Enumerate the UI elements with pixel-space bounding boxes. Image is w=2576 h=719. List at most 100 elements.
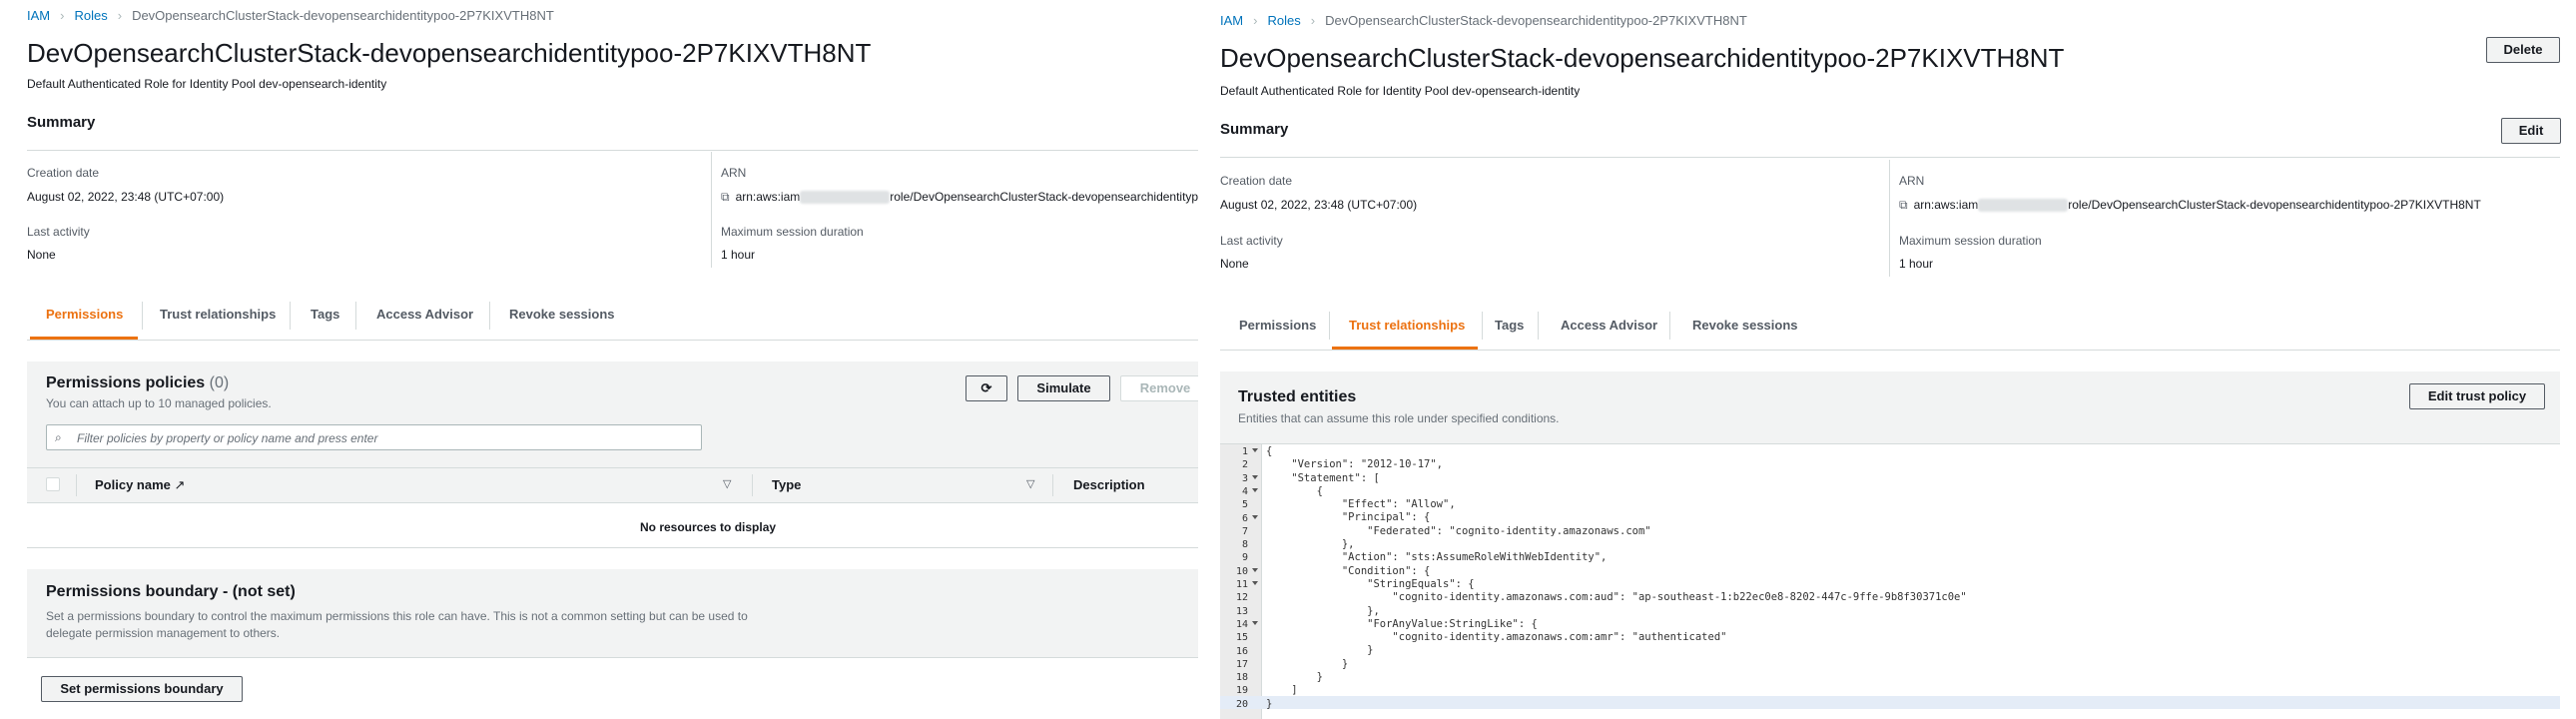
breadcrumb-iam[interactable]: IAM xyxy=(27,8,50,23)
permissions-boundary-heading: Permissions boundary - (not set) xyxy=(46,583,296,600)
last-activity-value: None xyxy=(27,248,56,262)
chevron-right-icon: › xyxy=(117,8,123,23)
fold-toggle-icon[interactable] xyxy=(1252,620,1258,625)
line-number: 14 xyxy=(1235,618,1248,630)
sort-down-icon[interactable]: ▽ xyxy=(723,477,731,490)
line-number: 2 xyxy=(1241,459,1248,471)
code-line: "Effect": "Allow", xyxy=(1266,498,1456,511)
simulate-button[interactable]: Simulate xyxy=(1017,375,1110,401)
code-line: } xyxy=(1266,671,1323,684)
tab-permissions[interactable]: Permissions xyxy=(1239,318,1316,333)
sort-down-icon[interactable]: ▽ xyxy=(1026,477,1034,490)
arn-prefix: arn:aws:iam xyxy=(1913,198,1979,212)
tab-trust-relationships[interactable]: Trust relationships xyxy=(1349,318,1465,333)
chevron-right-icon: › xyxy=(1253,13,1258,28)
arn-value: ⧉ arn:aws:iam role/DevOpensearchClusterSta… xyxy=(721,190,1198,205)
tab-permissions[interactable]: Permissions xyxy=(46,307,123,322)
code-line: } xyxy=(1266,697,1273,710)
line-number: 1 xyxy=(1241,446,1248,457)
line-number: 6 xyxy=(1241,512,1248,524)
creation-date-label: Creation date xyxy=(1220,174,1293,188)
code-line: "Federated": "cognito-identity.amazonaws… xyxy=(1266,524,1651,537)
line-number: 7 xyxy=(1241,525,1248,537)
copy-icon[interactable]: ⧉ xyxy=(721,190,730,204)
filter-policies-input[interactable]: ⌕ Filter policies by property or policy … xyxy=(46,424,702,450)
fold-toggle-icon[interactable] xyxy=(1252,448,1258,452)
fold-toggle-icon[interactable] xyxy=(1252,581,1258,585)
tab-access-advisor[interactable]: Access Advisor xyxy=(1561,318,1657,333)
select-all-checkbox[interactable] xyxy=(46,477,60,491)
code-line: "Condition": { xyxy=(1266,564,1431,577)
code-line: "Action": "sts:AssumeRoleWithWebIdentity… xyxy=(1266,551,1608,564)
policies-table-header xyxy=(27,468,1198,502)
code-line: } xyxy=(1266,657,1349,670)
column-policy-name[interactable]: Policy name ↗ xyxy=(95,477,185,493)
max-session-label: Maximum session duration xyxy=(721,225,864,239)
line-number: 16 xyxy=(1235,645,1248,657)
breadcrumb-roles[interactable]: Roles xyxy=(1267,13,1300,28)
line-number: 19 xyxy=(1235,685,1248,697)
breadcrumb: IAM › Roles › DevOpensearchClusterStack-devo… xyxy=(27,8,554,23)
line-number: 17 xyxy=(1235,658,1248,670)
fold-toggle-icon[interactable] xyxy=(1252,474,1258,479)
arn-suffix: role/DevOpensearchClusterStack-devopense… xyxy=(2068,198,2481,212)
column-type[interactable]: Type xyxy=(772,477,801,492)
tab-access-advisor[interactable]: Access Advisor xyxy=(376,307,473,322)
fold-toggle-icon[interactable] xyxy=(1252,487,1258,492)
delete-button[interactable]: Delete xyxy=(2486,37,2560,63)
code-line: }, xyxy=(1266,538,1355,551)
code-line: "ForAnyValue:StringLike": { xyxy=(1266,617,1538,630)
search-icon: ⌕ xyxy=(55,430,62,444)
last-activity-label: Last activity xyxy=(27,225,90,239)
breadcrumb-current: DevOpensearchClusterStack-devopensearchi… xyxy=(132,8,554,23)
redacted-account-id xyxy=(800,191,891,205)
chevron-right-icon: › xyxy=(1310,13,1316,28)
arn-label: ARN xyxy=(721,166,747,180)
tab-revoke-sessions[interactable]: Revoke sessions xyxy=(1692,318,1798,333)
max-session-value: 1 hour xyxy=(721,248,756,262)
line-number: 15 xyxy=(1235,632,1248,644)
tab-trust-relationships[interactable]: Trust relationships xyxy=(160,307,276,322)
page-title: DevOpensearchClusterStack-devopensearchi… xyxy=(27,38,872,68)
breadcrumb-iam[interactable]: IAM xyxy=(1220,13,1243,28)
line-number: 18 xyxy=(1235,672,1248,684)
chevron-right-icon: › xyxy=(60,8,65,23)
breadcrumb-roles[interactable]: Roles xyxy=(74,8,107,23)
edit-trust-policy-button[interactable]: Edit trust policy xyxy=(2409,383,2545,409)
empty-state-text: No resources to display xyxy=(640,520,777,534)
filter-placeholder: Filter policies by property or policy na… xyxy=(77,431,378,445)
line-number: 12 xyxy=(1235,592,1248,604)
trust-policy-editor[interactable]: { "Version": "2012-10-17", "Statement": … xyxy=(1266,445,1967,711)
role-description: Default Authenticated Role for Identity … xyxy=(1220,84,1581,98)
boundary-text-1: Set a permissions boundary to control th… xyxy=(46,609,748,623)
column-description[interactable]: Description xyxy=(1073,477,1145,492)
arn-suffix: role/DevOpensearchClusterStack-devopense… xyxy=(890,190,1198,204)
max-session-value: 1 hour xyxy=(1899,257,1934,271)
summary-heading: Summary xyxy=(1220,121,1289,138)
set-permissions-boundary-button[interactable]: Set permissions boundary xyxy=(41,676,243,702)
breadcrumb-current: DevOpensearchClusterStack-devopensearchi… xyxy=(1325,13,1747,28)
last-activity-label: Last activity xyxy=(1220,234,1283,248)
tab-tags[interactable]: Tags xyxy=(1495,318,1524,333)
code-line: "StringEquals": { xyxy=(1266,577,1475,590)
refresh-button[interactable]: ⟳ xyxy=(966,375,1007,401)
code-line: }, xyxy=(1266,604,1380,617)
tab-revoke-sessions[interactable]: Revoke sessions xyxy=(509,307,615,322)
copy-icon[interactable]: ⧉ xyxy=(1899,198,1908,212)
code-line: "Principal": { xyxy=(1266,511,1431,524)
fold-toggle-icon[interactable] xyxy=(1252,514,1258,519)
summary-heading: Summary xyxy=(27,114,96,131)
line-number: 3 xyxy=(1241,472,1248,484)
code-line: ] xyxy=(1266,684,1298,697)
role-description: Default Authenticated Role for Identity … xyxy=(27,77,387,91)
tab-tags[interactable]: Tags xyxy=(311,307,339,322)
role-details-permissions-panel: IAM › Roles › DevOpensearchClusterStack-devo… xyxy=(0,0,1198,719)
last-activity-value: None xyxy=(1220,257,1249,271)
trusted-entities-heading: Trusted entities xyxy=(1238,388,1357,405)
line-number: 4 xyxy=(1241,485,1248,497)
edit-summary-button[interactable]: Edit xyxy=(2501,118,2561,144)
fold-toggle-icon[interactable] xyxy=(1252,567,1258,572)
arn-value: ⧉ arn:aws:iam role/DevOpensearchClusterSta… xyxy=(1899,198,2481,213)
redacted-account-id xyxy=(1978,199,2069,213)
remove-button[interactable]: Remove xyxy=(1120,375,1198,401)
